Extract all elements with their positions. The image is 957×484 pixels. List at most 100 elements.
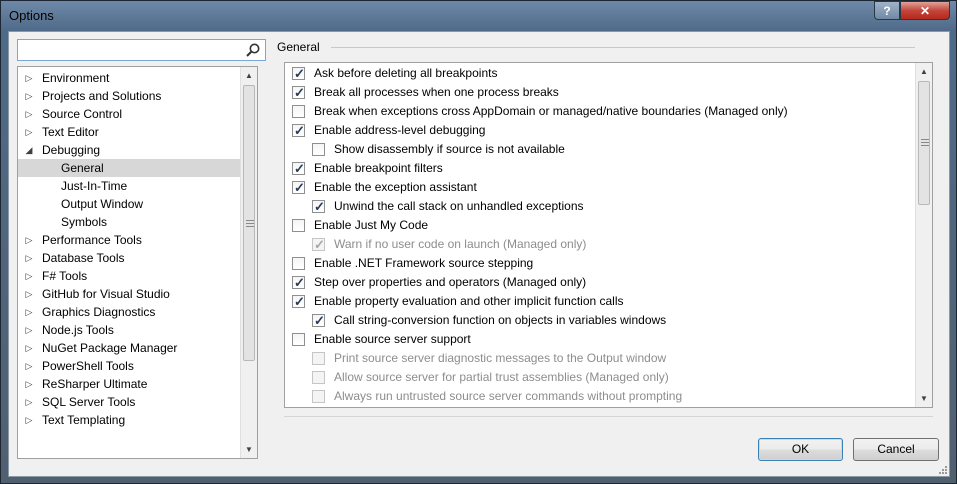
option-label: Break all processes when one process bre…	[314, 85, 559, 99]
tree-item[interactable]: Symbols	[18, 213, 240, 231]
tree-item-label: Just-In-Time	[61, 179, 128, 193]
option-checkbox[interactable]	[292, 257, 305, 270]
option-checkbox[interactable]: ✓	[292, 85, 305, 100]
tree-item-label: Text Editor	[42, 125, 99, 139]
tree-item-label: Source Control	[42, 107, 123, 121]
options-tree[interactable]: ▷ Environment ▷ Projects and Solutions ▷ Sour…	[17, 66, 258, 459]
option-checkbox	[312, 390, 325, 403]
options-dialog: Options ? ✕ ▷ Environment ▷ Projects and So…	[0, 0, 957, 484]
resize-grip-icon[interactable]	[936, 463, 948, 475]
tree-item[interactable]: ▷ Performance Tools	[18, 231, 240, 249]
tree-item[interactable]: ▷ PowerShell Tools	[18, 357, 240, 375]
option-label: Enable the exception assistant	[314, 180, 477, 194]
option-checkbox[interactable]: ✓	[312, 313, 325, 328]
collapsed-arrow-icon[interactable]: ▷	[23, 357, 35, 375]
option-checkbox[interactable]	[312, 143, 325, 156]
tree-item-label: Database Tools	[42, 251, 125, 265]
options-list[interactable]: ✓ Ask before deleting all breakpoints ✓ Bre…	[284, 62, 933, 408]
close-button[interactable]: ✕	[900, 1, 950, 20]
collapsed-arrow-icon[interactable]: ▷	[23, 411, 35, 429]
checkmark-icon: ✓	[294, 123, 305, 138]
tree-item[interactable]: ▷ GitHub for Visual Studio	[18, 285, 240, 303]
search-icon[interactable]	[245, 42, 261, 58]
collapsed-arrow-icon[interactable]: ▷	[23, 249, 35, 267]
tree-item-label: Graphics Diagnostics	[42, 305, 156, 319]
tree-item-label: F# Tools	[42, 269, 88, 283]
tree-item[interactable]: ▷ Text Editor	[18, 123, 240, 141]
tree-item-label: Environment	[42, 71, 110, 85]
option-checkbox[interactable]	[292, 333, 305, 346]
tree-item-label: PowerShell Tools	[42, 359, 134, 373]
tree-item[interactable]: ▷ Source Control	[18, 105, 240, 123]
checkmark-icon: ✓	[294, 275, 305, 290]
option-checkbox[interactable]: ✓	[292, 275, 305, 290]
expanded-arrow-icon[interactable]: ◢	[23, 141, 35, 159]
collapsed-arrow-icon[interactable]: ▷	[23, 393, 35, 411]
window-title: Options	[9, 8, 54, 23]
option-label: Warn if no user code on launch (Managed …	[334, 237, 587, 251]
collapsed-arrow-icon[interactable]: ▷	[23, 231, 35, 249]
section-title: General	[277, 40, 320, 54]
options-scroll-thumb[interactable]	[918, 81, 930, 205]
ok-button[interactable]: OK	[758, 438, 843, 461]
tree-scrollbar[interactable]: ▲ ▼	[240, 67, 257, 458]
tree-item[interactable]: ▷ F# Tools	[18, 267, 240, 285]
tree-scroll-thumb[interactable]	[243, 85, 255, 361]
option-label: Enable breakpoint filters	[314, 161, 443, 175]
tree-item[interactable]: ▷ Projects and Solutions	[18, 87, 240, 105]
tree-item[interactable]: Output Window	[18, 195, 240, 213]
search-box[interactable]	[17, 39, 266, 61]
option-checkbox[interactable]: ✓	[292, 294, 305, 309]
collapsed-arrow-icon[interactable]: ▷	[23, 87, 35, 105]
cancel-button[interactable]: Cancel	[853, 438, 939, 461]
option-label: Call string-conversion function on objec…	[334, 313, 667, 327]
checkmark-icon: ✓	[294, 180, 305, 195]
option-checkbox[interactable]	[292, 105, 305, 118]
options-scrollbar[interactable]: ▲ ▼	[915, 63, 932, 407]
option-checkbox[interactable]	[292, 219, 305, 232]
option-checkbox[interactable]: ✓	[312, 199, 325, 214]
option-checkbox[interactable]: ✓	[292, 66, 305, 81]
collapsed-arrow-icon[interactable]: ▷	[23, 321, 35, 339]
scroll-down-arrow-icon[interactable]: ▼	[241, 441, 257, 458]
tree-item[interactable]: General	[18, 159, 240, 177]
dialog-client-area: ▷ Environment ▷ Projects and Solutions ▷ Sour…	[8, 31, 950, 477]
tree-item[interactable]: ▷ Text Templating	[18, 411, 240, 429]
collapsed-arrow-icon[interactable]: ▷	[23, 339, 35, 357]
collapsed-arrow-icon[interactable]: ▷	[23, 267, 35, 285]
option-checkbox[interactable]: ✓	[292, 180, 305, 195]
collapsed-arrow-icon[interactable]: ▷	[23, 303, 35, 321]
option-label: Unwind the call stack on unhandled excep…	[334, 199, 584, 213]
option-checkbox	[312, 352, 325, 365]
tree-item[interactable]: ▷ Database Tools	[18, 249, 240, 267]
checkmark-icon: ✓	[294, 294, 305, 309]
tree-item[interactable]: ▷ Graphics Diagnostics	[18, 303, 240, 321]
tree-item-label: Symbols	[61, 215, 108, 229]
tree-item[interactable]: ▷ Environment	[18, 69, 240, 87]
option-checkbox[interactable]: ✓	[292, 123, 305, 138]
option-label: Enable address-level debugging	[314, 123, 486, 137]
help-button[interactable]: ?	[874, 1, 900, 20]
title-bar[interactable]: Options ? ✕	[1, 1, 957, 31]
tree-item[interactable]: ▷ NuGet Package Manager	[18, 339, 240, 357]
collapsed-arrow-icon[interactable]: ▷	[23, 285, 35, 303]
collapsed-arrow-icon[interactable]: ▷	[23, 69, 35, 87]
scroll-up-arrow-icon[interactable]: ▲	[916, 63, 932, 80]
tree-item-label: Debugging	[42, 143, 101, 157]
tree-item-label: General	[61, 161, 104, 175]
tree-item-label: Text Templating	[42, 413, 126, 427]
collapsed-arrow-icon[interactable]: ▷	[23, 123, 35, 141]
option-label: Print source server diagnostic messages …	[334, 351, 667, 365]
checkmark-icon: ✓	[314, 313, 325, 328]
tree-item[interactable]: ◢ Debugging	[18, 141, 240, 159]
search-input[interactable]	[20, 42, 244, 60]
tree-item[interactable]: ▷ ReSharper Ultimate	[18, 375, 240, 393]
tree-item[interactable]: Just-In-Time	[18, 177, 240, 195]
collapsed-arrow-icon[interactable]: ▷	[23, 105, 35, 123]
tree-item[interactable]: ▷ SQL Server Tools	[18, 393, 240, 411]
scroll-up-arrow-icon[interactable]: ▲	[241, 67, 257, 84]
option-checkbox[interactable]: ✓	[292, 161, 305, 176]
tree-item[interactable]: ▷ Node.js Tools	[18, 321, 240, 339]
collapsed-arrow-icon[interactable]: ▷	[23, 375, 35, 393]
scroll-down-arrow-icon[interactable]: ▼	[916, 390, 932, 407]
